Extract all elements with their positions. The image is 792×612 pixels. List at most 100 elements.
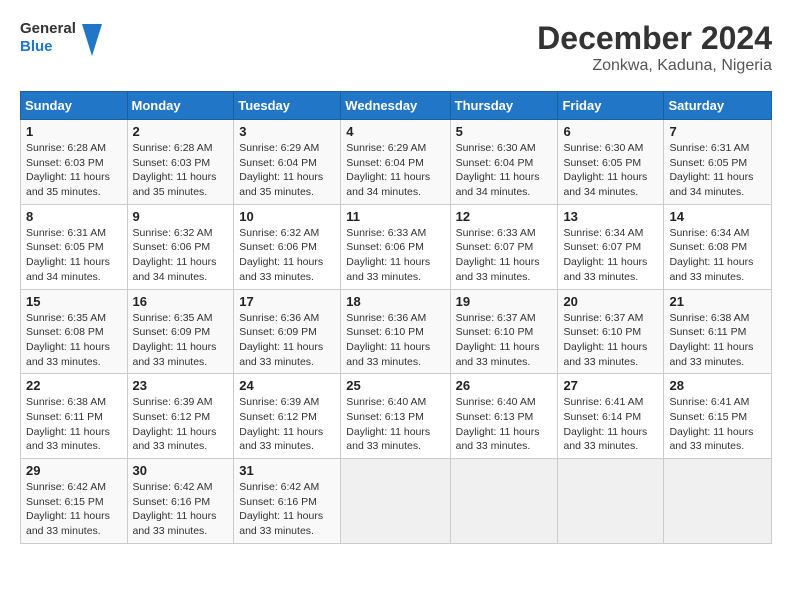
day-info: Sunrise: 6:40 AMSunset: 6:13 PMDaylight:… [346,395,444,454]
logo: General Blue [20,20,102,56]
table-row: 16 Sunrise: 6:35 AMSunset: 6:09 PMDaylig… [127,289,234,374]
table-row: 12 Sunrise: 6:33 AMSunset: 6:07 PMDaylig… [450,204,558,289]
day-info: Sunrise: 6:36 AMSunset: 6:09 PMDaylight:… [239,311,335,370]
table-row [664,459,772,544]
day-info: Sunrise: 6:32 AMSunset: 6:06 PMDaylight:… [239,226,335,285]
day-info: Sunrise: 6:39 AMSunset: 6:12 PMDaylight:… [239,395,335,454]
day-number: 19 [456,294,553,309]
day-info: Sunrise: 6:35 AMSunset: 6:09 PMDaylight:… [133,311,229,370]
calendar-week-row: 15 Sunrise: 6:35 AMSunset: 6:08 PMDaylig… [21,289,772,374]
day-number: 24 [239,378,335,393]
table-row: 2 Sunrise: 6:28 AMSunset: 6:03 PMDayligh… [127,120,234,205]
calendar-table: Sunday Monday Tuesday Wednesday Thursday… [20,91,772,544]
day-number: 15 [26,294,122,309]
table-row: 19 Sunrise: 6:37 AMSunset: 6:10 PMDaylig… [450,289,558,374]
day-info: Sunrise: 6:40 AMSunset: 6:13 PMDaylight:… [456,395,553,454]
header-wednesday: Wednesday [341,92,450,120]
day-info: Sunrise: 6:35 AMSunset: 6:08 PMDaylight:… [26,311,122,370]
table-row: 3 Sunrise: 6:29 AMSunset: 6:04 PMDayligh… [234,120,341,205]
day-info: Sunrise: 6:29 AMSunset: 6:04 PMDaylight:… [239,141,335,200]
day-number: 25 [346,378,444,393]
day-info: Sunrise: 6:28 AMSunset: 6:03 PMDaylight:… [26,141,122,200]
header-thursday: Thursday [450,92,558,120]
day-number: 21 [669,294,766,309]
day-number: 9 [133,209,229,224]
table-row: 13 Sunrise: 6:34 AMSunset: 6:07 PMDaylig… [558,204,664,289]
day-number: 4 [346,124,444,139]
table-row: 4 Sunrise: 6:29 AMSunset: 6:04 PMDayligh… [341,120,450,205]
day-info: Sunrise: 6:34 AMSunset: 6:08 PMDaylight:… [669,226,766,285]
header-tuesday: Tuesday [234,92,341,120]
table-row: 30 Sunrise: 6:42 AMSunset: 6:16 PMDaylig… [127,459,234,544]
day-info: Sunrise: 6:38 AMSunset: 6:11 PMDaylight:… [669,311,766,370]
table-row: 1 Sunrise: 6:28 AMSunset: 6:03 PMDayligh… [21,120,128,205]
day-info: Sunrise: 6:32 AMSunset: 6:06 PMDaylight:… [133,226,229,285]
day-number: 2 [133,124,229,139]
day-number: 7 [669,124,766,139]
day-info: Sunrise: 6:37 AMSunset: 6:10 PMDaylight:… [456,311,553,370]
day-number: 26 [456,378,553,393]
day-info: Sunrise: 6:34 AMSunset: 6:07 PMDaylight:… [563,226,658,285]
table-row: 26 Sunrise: 6:40 AMSunset: 6:13 PMDaylig… [450,374,558,459]
day-info: Sunrise: 6:28 AMSunset: 6:03 PMDaylight:… [133,141,229,200]
day-number: 23 [133,378,229,393]
table-row: 8 Sunrise: 6:31 AMSunset: 6:05 PMDayligh… [21,204,128,289]
calendar-week-row: 22 Sunrise: 6:38 AMSunset: 6:11 PMDaylig… [21,374,772,459]
title-block: December 2024 Zonkwa, Kaduna, Nigeria [537,20,772,75]
page-header: General Blue December 2024 Zonkwa, Kadun… [20,20,772,75]
day-number: 18 [346,294,444,309]
day-number: 1 [26,124,122,139]
table-row: 11 Sunrise: 6:33 AMSunset: 6:06 PMDaylig… [341,204,450,289]
day-number: 28 [669,378,766,393]
table-row: 10 Sunrise: 6:32 AMSunset: 6:06 PMDaylig… [234,204,341,289]
day-number: 22 [26,378,122,393]
day-info: Sunrise: 6:41 AMSunset: 6:15 PMDaylight:… [669,395,766,454]
day-number: 11 [346,209,444,224]
calendar-week-row: 8 Sunrise: 6:31 AMSunset: 6:05 PMDayligh… [21,204,772,289]
table-row: 22 Sunrise: 6:38 AMSunset: 6:11 PMDaylig… [21,374,128,459]
header-sunday: Sunday [21,92,128,120]
table-row: 23 Sunrise: 6:39 AMSunset: 6:12 PMDaylig… [127,374,234,459]
day-number: 13 [563,209,658,224]
table-row [341,459,450,544]
day-number: 20 [563,294,658,309]
table-row: 25 Sunrise: 6:40 AMSunset: 6:13 PMDaylig… [341,374,450,459]
header-friday: Friday [558,92,664,120]
day-info: Sunrise: 6:31 AMSunset: 6:05 PMDaylight:… [26,226,122,285]
table-row [450,459,558,544]
day-number: 16 [133,294,229,309]
day-number: 31 [239,463,335,478]
day-info: Sunrise: 6:31 AMSunset: 6:05 PMDaylight:… [669,141,766,200]
day-number: 29 [26,463,122,478]
day-number: 12 [456,209,553,224]
table-row: 7 Sunrise: 6:31 AMSunset: 6:05 PMDayligh… [664,120,772,205]
table-row: 24 Sunrise: 6:39 AMSunset: 6:12 PMDaylig… [234,374,341,459]
day-info: Sunrise: 6:30 AMSunset: 6:05 PMDaylight:… [563,141,658,200]
page-subtitle: Zonkwa, Kaduna, Nigeria [537,57,772,75]
day-number: 30 [133,463,229,478]
day-info: Sunrise: 6:38 AMSunset: 6:11 PMDaylight:… [26,395,122,454]
table-row: 18 Sunrise: 6:36 AMSunset: 6:10 PMDaylig… [341,289,450,374]
day-info: Sunrise: 6:30 AMSunset: 6:04 PMDaylight:… [456,141,553,200]
day-number: 14 [669,209,766,224]
day-info: Sunrise: 6:41 AMSunset: 6:14 PMDaylight:… [563,395,658,454]
day-number: 8 [26,209,122,224]
day-info: Sunrise: 6:42 AMSunset: 6:16 PMDaylight:… [133,480,229,539]
day-info: Sunrise: 6:33 AMSunset: 6:06 PMDaylight:… [346,226,444,285]
page-title: December 2024 [537,20,772,57]
calendar-week-row: 1 Sunrise: 6:28 AMSunset: 6:03 PMDayligh… [21,120,772,205]
table-row: 20 Sunrise: 6:37 AMSunset: 6:10 PMDaylig… [558,289,664,374]
day-number: 3 [239,124,335,139]
table-row: 5 Sunrise: 6:30 AMSunset: 6:04 PMDayligh… [450,120,558,205]
table-row: 28 Sunrise: 6:41 AMSunset: 6:15 PMDaylig… [664,374,772,459]
table-row: 6 Sunrise: 6:30 AMSunset: 6:05 PMDayligh… [558,120,664,205]
day-info: Sunrise: 6:39 AMSunset: 6:12 PMDaylight:… [133,395,229,454]
table-row: 27 Sunrise: 6:41 AMSunset: 6:14 PMDaylig… [558,374,664,459]
day-info: Sunrise: 6:36 AMSunset: 6:10 PMDaylight:… [346,311,444,370]
day-number: 27 [563,378,658,393]
day-number: 10 [239,209,335,224]
table-row [558,459,664,544]
table-row: 31 Sunrise: 6:42 AMSunset: 6:16 PMDaylig… [234,459,341,544]
table-row: 17 Sunrise: 6:36 AMSunset: 6:09 PMDaylig… [234,289,341,374]
table-row: 15 Sunrise: 6:35 AMSunset: 6:08 PMDaylig… [21,289,128,374]
